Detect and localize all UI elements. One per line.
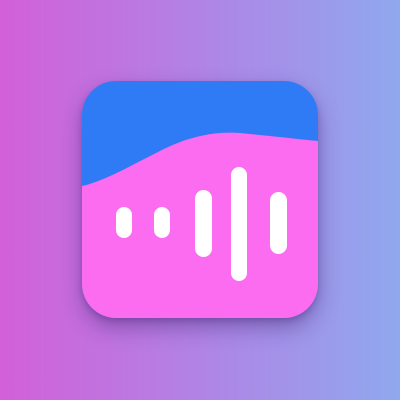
waveform-bar <box>231 167 247 281</box>
app-icon-graphic <box>82 81 318 318</box>
waveform-bar <box>154 207 170 238</box>
waveform-bar <box>270 192 287 254</box>
app-icon[interactable] <box>82 81 318 318</box>
waveform-bar <box>116 207 132 238</box>
waveform-bar <box>195 190 212 257</box>
